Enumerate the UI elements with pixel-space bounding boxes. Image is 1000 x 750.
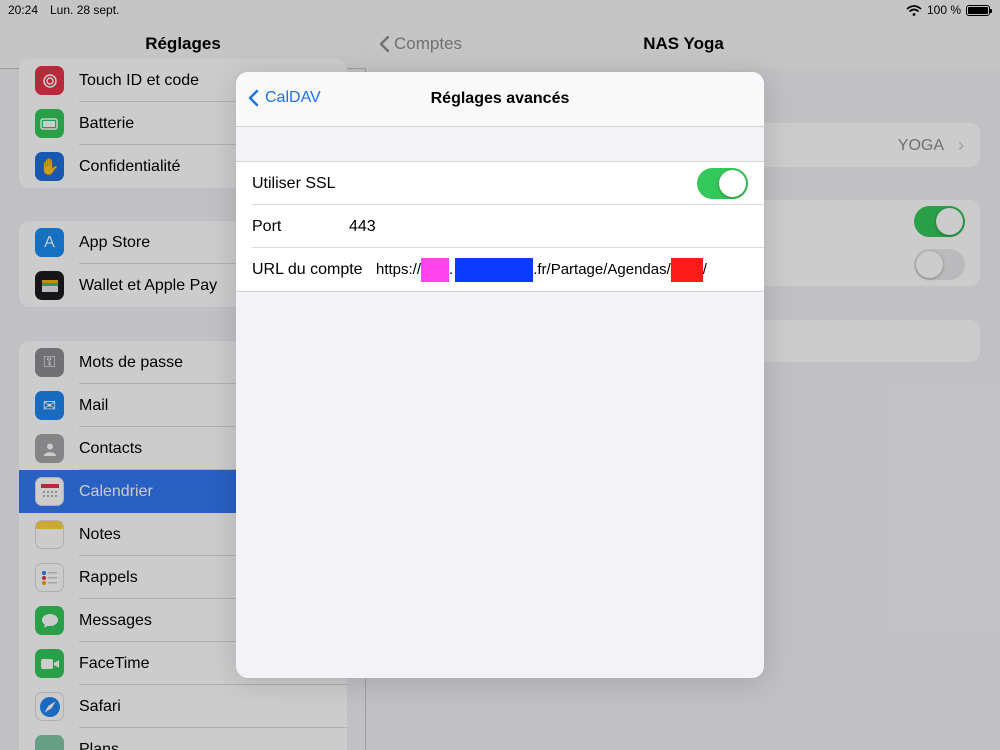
ssl-row: Utiliser SSL: [236, 162, 764, 205]
redaction-box: [455, 257, 534, 282]
url-dot: .: [449, 261, 454, 278]
status-bar: 20:24 Lun. 28 sept. 100 %: [0, 0, 1000, 20]
status-time: 20:24: [8, 3, 39, 17]
screen: Réglages Touch ID et code Batterie ✋ Con…: [0, 0, 1000, 750]
redaction-box: [670, 257, 703, 282]
url-label: URL du compte: [252, 260, 363, 278]
port-label: Port: [252, 217, 282, 235]
url-suffix: /: [702, 261, 707, 278]
account-url-field[interactable]: https:// . .fr/Partage/Agendas/ /: [376, 257, 707, 282]
account-url-row: URL du compte https:// . .fr/Partage/Age…: [236, 248, 764, 291]
advanced-settings-modal: CalDAV Réglages avancés Utiliser SSL Por…: [236, 72, 764, 678]
redaction-box: [421, 257, 450, 282]
battery-status-icon: [966, 4, 992, 16]
url-prefix: https://: [376, 261, 422, 278]
port-field[interactable]: 443: [349, 218, 376, 236]
advanced-settings-list: Utiliser SSL Port 443 URL du compte http…: [236, 161, 764, 292]
url-domain: .fr/Partage/Agendas/: [533, 261, 671, 278]
wifi-icon: [906, 4, 922, 16]
ssl-label: Utiliser SSL: [252, 174, 336, 192]
ssl-toggle[interactable]: [697, 168, 748, 199]
modal-title: Réglages avancés: [430, 90, 570, 107]
battery-percent: 100 %: [926, 3, 961, 17]
status-date: Lun. 28 sept.: [50, 3, 120, 17]
port-row: Port 443: [236, 205, 764, 248]
status-right: 100 %: [906, 3, 992, 17]
toggle-knob: [719, 170, 746, 197]
